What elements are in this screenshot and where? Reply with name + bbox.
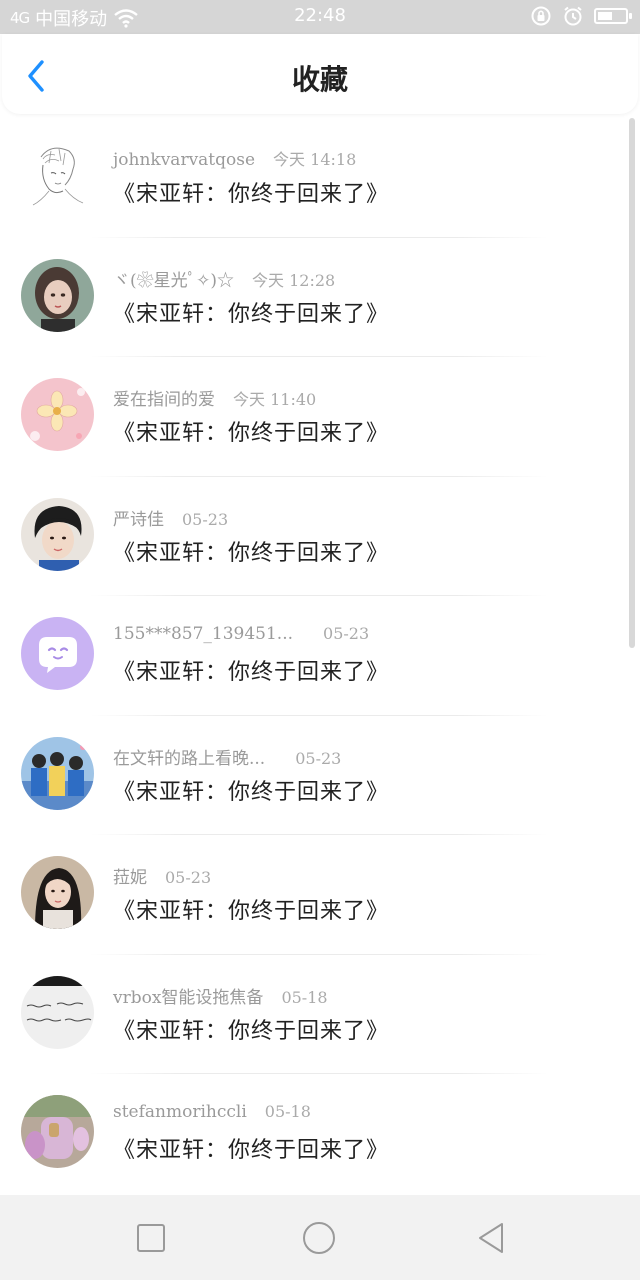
timestamp: 05-23 [323, 624, 370, 643]
square-icon [137, 1224, 165, 1252]
favorite-title: 《宋亚轩：你终于回来了》 [113, 421, 390, 446]
triangle-back-icon [479, 1223, 503, 1253]
timestamp: 05-23 [295, 748, 342, 768]
circle-icon [303, 1222, 335, 1254]
favorite-title: 《宋亚轩：你终于回来了》 [113, 1018, 390, 1044]
battery-icon [594, 8, 632, 24]
favorite-title: 《宋亚轩：你终于回来了》 [113, 301, 390, 327]
user-name: 爱在指间的爱 [113, 390, 215, 410]
recent-apps-button[interactable] [134, 1221, 168, 1255]
list-item[interactable]: johnkvarvatqose 今天 14:18 《宋亚轩：你终于回来了》 [0, 118, 628, 238]
battery-level [598, 12, 613, 20]
timestamp: 05-23 [182, 509, 229, 529]
timestamp: 05-18 [264, 1102, 311, 1121]
avatar [21, 1095, 94, 1168]
favorites-list: johnkvarvatqose 今天 14:18 《宋亚轩：你终于回来了》 ヾ(… [0, 118, 628, 1194]
user-name: ヾ(❀星光ﾟ✧)☆ [113, 270, 235, 291]
rotation-lock-icon [531, 6, 551, 26]
avatar [21, 258, 94, 332]
navigation-bar [0, 1195, 640, 1280]
favorite-title: 《宋亚轩：你终于回来了》 [113, 779, 390, 805]
avatar [21, 856, 94, 929]
user-name: 在文轩的路上看晚... [113, 748, 266, 769]
user-name: 155***857_139451... [113, 624, 294, 644]
favorite-title: 《宋亚轩：你终于回来了》 [113, 660, 390, 685]
avatar [21, 736, 94, 810]
avatar [21, 497, 94, 571]
home-button[interactable] [302, 1221, 336, 1255]
status-bar: 4G 中国移动 22:48 [0, 0, 640, 34]
avatar [21, 378, 94, 451]
list-item[interactable]: ヾ(❀星光ﾟ✧)☆ 今天 12:28 《宋亚轩：你终于回来了》 [0, 238, 628, 357]
list-item[interactable]: 在文轩的路上看晚... 05-23 《宋亚轩：你终于回来了》 [0, 716, 628, 835]
avatar [21, 617, 94, 690]
timestamp: 今天 12:28 [252, 270, 336, 290]
scrollbar[interactable] [629, 118, 635, 648]
list-item[interactable]: 菈妮 05-23 《宋亚轩：你终于回来了》 [0, 835, 628, 955]
user-name: 严诗佳 [113, 509, 164, 530]
timestamp: 今天 11:40 [233, 390, 317, 409]
list-item[interactable]: vrbox智能设拖焦备 05-18 《宋亚轩：你终于回来了》 [0, 955, 628, 1074]
avatar [21, 139, 94, 212]
user-name: stefanmorihccli [113, 1102, 247, 1122]
list-item[interactable]: 严诗佳 05-23 《宋亚轩：你终于回来了》 [0, 477, 628, 596]
timestamp: 05-23 [165, 868, 212, 887]
page-title: 收藏 [291, 63, 348, 96]
user-name: johnkvarvatqose [113, 150, 256, 170]
back-nav-button[interactable] [474, 1221, 508, 1255]
list-item[interactable]: 爱在指间的爱 今天 11:40 《宋亚轩：你终于回来了》 [0, 357, 628, 477]
list-item[interactable]: stefanmorihccli 05-18 《宋亚轩：你终于回来了》 [0, 1074, 628, 1194]
timestamp: 05-18 [281, 987, 328, 1007]
timestamp: 今天 14:18 [273, 150, 357, 169]
favorite-title: 《宋亚轩：你终于回来了》 [113, 540, 390, 566]
header: 收藏 [2, 34, 638, 114]
avatar [21, 975, 94, 1049]
favorite-title: 《宋亚轩：你终于回来了》 [113, 182, 390, 207]
user-name: vrbox智能设拖焦备 [113, 987, 264, 1008]
list-item[interactable]: 155***857_139451... 05-23 《宋亚轩：你终于回来了》 [0, 596, 628, 716]
favorite-title: 《宋亚轩：你终于回来了》 [113, 1138, 390, 1163]
favorite-title: 《宋亚轩：你终于回来了》 [113, 899, 390, 924]
alarm-icon [564, 6, 582, 26]
user-name: 菈妮 [113, 868, 147, 888]
